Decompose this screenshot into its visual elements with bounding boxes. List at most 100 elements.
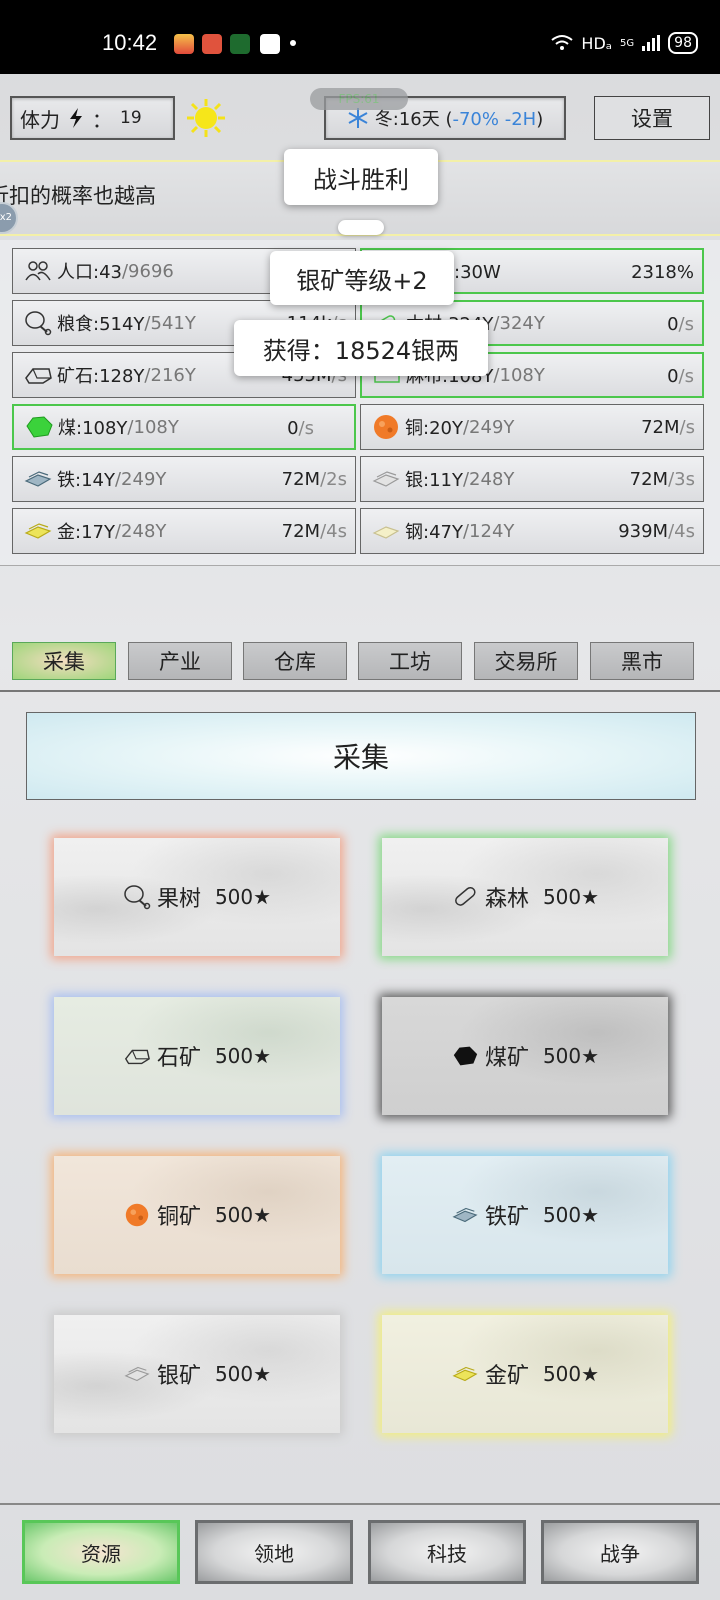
lightning-icon	[70, 108, 82, 128]
reward-toast: 获得：18524银两	[234, 320, 488, 376]
gather-card-stone[interactable]: 石矿 500★	[54, 997, 340, 1115]
nav-divider	[0, 1503, 720, 1505]
resource-max: /249Y	[462, 416, 515, 438]
card-cost: 500★	[214, 1362, 272, 1386]
tab-workshop[interactable]: 工坊	[358, 642, 462, 680]
section-title: 采集	[26, 712, 696, 800]
toast-indicator	[338, 220, 384, 235]
meat-icon	[25, 311, 52, 336]
stamina-panel: 体力 ： 19	[10, 96, 175, 140]
card-name: 森林	[484, 887, 529, 912]
resource-name: 粮食:514Y	[57, 314, 145, 335]
signal-bars-icon	[642, 35, 661, 51]
gather-card-gold[interactable]: 金矿 500★	[382, 1315, 668, 1433]
resource-silver: 银:11Y/248Y 72M/3s	[360, 456, 704, 502]
gather-card-copper[interactable]: 铜矿 500★	[54, 1156, 340, 1274]
resource-steel: 钢:47Y/124Y 939M/4s	[360, 508, 704, 554]
card-name: 石矿	[156, 1046, 201, 1071]
silver-icon	[124, 1366, 150, 1382]
people-icon	[25, 261, 51, 281]
card-cost: 500★	[214, 1044, 272, 1068]
tab-warehouse[interactable]: 仓库	[243, 642, 347, 680]
copper-icon	[125, 1203, 149, 1227]
card-cost: 500★	[214, 885, 272, 909]
network-type: HDₐ	[581, 33, 613, 53]
tab-divider	[0, 690, 720, 692]
resource-rate: 2318%	[631, 262, 694, 283]
wood-icon	[455, 886, 476, 906]
resource-max: /248Y	[114, 520, 167, 542]
card-cost: 500★	[542, 1362, 600, 1386]
gather-card-orchard[interactable]: 果树 500★	[54, 838, 340, 956]
signal-type: 5G	[620, 37, 635, 49]
resource-max: /108Y	[493, 364, 545, 386]
resource-max: /541Y	[144, 312, 196, 334]
tab-exchange[interactable]: 交易所	[474, 642, 578, 680]
resource-max: /324Y	[493, 312, 545, 334]
snowflake-icon	[348, 108, 368, 128]
card-name: 金矿	[484, 1364, 529, 1389]
copper-icon	[374, 415, 398, 439]
nav-resources[interactable]: 资源	[22, 1520, 180, 1584]
tab-black-market[interactable]: 黑市	[590, 642, 694, 680]
upgrade-toast: 银矿等级+2	[270, 251, 454, 305]
ore-icon	[25, 368, 52, 384]
gold-icon	[452, 1366, 478, 1382]
meat-icon	[124, 885, 151, 910]
status-bar: 10:42 HDₐ 5G 98	[0, 0, 720, 74]
resource-rate: 72M/3s	[629, 469, 695, 490]
resource-name: 煤:108Y	[58, 418, 128, 439]
battle-victory-toast: 战斗胜利	[284, 149, 438, 205]
card-name: 煤矿	[484, 1046, 529, 1071]
resource-name: 铁:14Y	[57, 470, 115, 491]
resource-iron: 铁:14Y/249Y 72M/2s	[12, 456, 356, 502]
resource-max: /9696	[121, 260, 174, 282]
nav-war[interactable]: 战争	[541, 1520, 699, 1584]
tab-industry[interactable]: 产业	[128, 642, 232, 680]
resource-gold: 金:17Y/248Y 72M/4s	[12, 508, 356, 554]
stone-icon	[124, 1049, 150, 1065]
resource-rate: 72M/s	[641, 417, 695, 438]
shop-notification-icon	[202, 34, 222, 54]
season-close: )	[536, 109, 544, 130]
status-right-cluster: HDₐ 5G 98	[551, 32, 698, 54]
iron-icon	[24, 471, 52, 487]
tab-gather[interactable]: 采集	[12, 642, 116, 680]
resource-max: /249Y	[114, 468, 167, 490]
iron-icon	[452, 1207, 478, 1223]
stamina-sep: ：	[92, 107, 112, 132]
gather-card-coal[interactable]: 煤矿 500★	[382, 997, 668, 1115]
resource-max: /216Y	[144, 364, 196, 386]
settings-button[interactable]: 设置	[594, 96, 710, 140]
resource-rate: 0/s	[667, 314, 694, 335]
card-cost: 500★	[542, 885, 600, 909]
resource-copper: 铜:20Y/249Y 72M/s	[360, 404, 704, 450]
steel-icon	[372, 526, 400, 539]
card-cost: 500★	[542, 1044, 600, 1068]
oppo-notification-icon	[230, 34, 250, 54]
resource-rate: 0/s	[287, 418, 314, 439]
resource-max: /248Y	[462, 468, 515, 490]
more-notifications-dot	[290, 40, 296, 46]
resource-max: /108Y	[127, 416, 179, 438]
status-time: 10:42	[102, 30, 158, 55]
resource-rate: 939M/4s	[618, 521, 695, 542]
marquee-text: 折扣的概率也越高	[0, 184, 156, 208]
resource-name: 钢:47Y	[405, 522, 463, 543]
gather-card-iron[interactable]: 铁矿 500★	[382, 1156, 668, 1274]
gold-icon	[24, 523, 52, 539]
nav-territory[interactable]: 领地	[195, 1520, 353, 1584]
sun-icon	[187, 99, 225, 137]
card-cost: 500★	[214, 1203, 272, 1227]
nav-technology[interactable]: 科技	[368, 1520, 526, 1584]
map-notification-icon	[260, 34, 280, 54]
resource-name: 人口:43	[57, 262, 122, 283]
coal-icon	[453, 1046, 478, 1066]
card-cost: 500★	[542, 1203, 600, 1227]
resource-rate: 72M/4s	[281, 521, 347, 542]
gather-card-forest[interactable]: 森林 500★	[382, 838, 668, 956]
stamina-label: 体力	[20, 107, 60, 132]
resource-name: 矿石:128Y	[57, 366, 145, 387]
season-text: 冬:16天 (	[374, 109, 453, 130]
gather-card-silver[interactable]: 银矿 500★	[54, 1315, 340, 1433]
